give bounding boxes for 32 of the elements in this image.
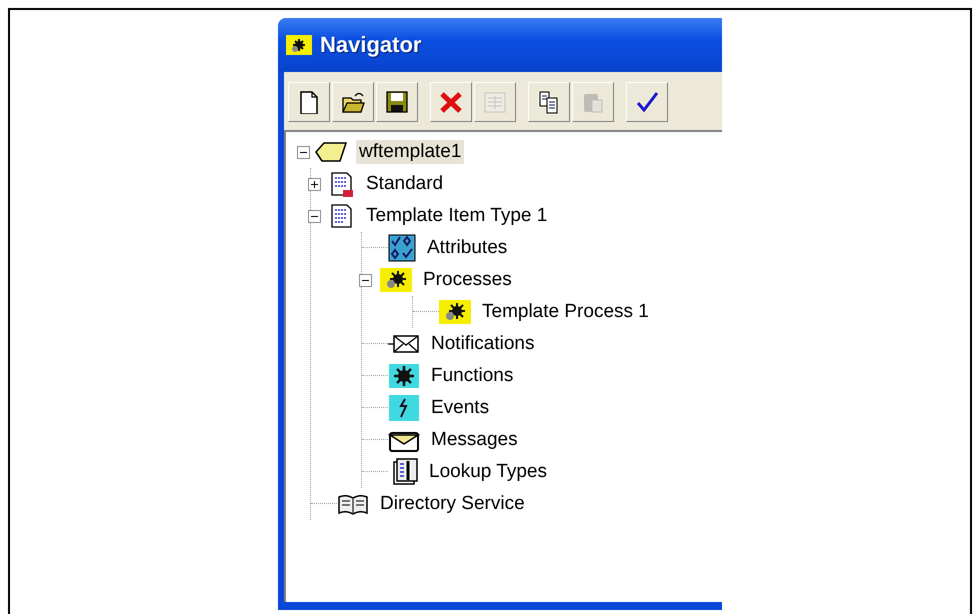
document-icon [329, 171, 355, 197]
tree-item[interactable]: Template Process 1 [479, 300, 652, 324]
toolbar-button[interactable] [288, 82, 330, 122]
tree-item[interactable]: Lookup Types [426, 460, 550, 484]
tree-item[interactable]: Notifications [428, 332, 538, 356]
tree-item[interactable]: Standard [363, 172, 446, 196]
lightning-icon [388, 394, 420, 422]
gears-icon [439, 299, 471, 325]
tree-item[interactable]: Directory Service [377, 492, 528, 516]
tree-item[interactable]: Functions [428, 364, 516, 388]
collapse-toggle[interactable] [358, 274, 372, 286]
grid-icon [483, 90, 507, 114]
toolbar-button[interactable] [626, 82, 668, 122]
tree-item[interactable]: Messages [428, 428, 521, 452]
tree-item[interactable]: Events [428, 396, 492, 420]
toolbar-button[interactable] [332, 82, 374, 122]
checklist-icon [388, 234, 416, 262]
toolbar-button[interactable] [376, 82, 418, 122]
toolbar-button[interactable] [528, 82, 570, 122]
check-icon [635, 90, 659, 114]
expand-toggle[interactable] [308, 178, 320, 190]
collapse-toggle[interactable] [296, 146, 310, 158]
cross-icon [439, 90, 463, 114]
gears-icon [380, 267, 412, 293]
tree-item[interactable]: Attributes [424, 236, 510, 260]
collapse-toggle[interactable] [308, 210, 320, 222]
window-title: Navigator [320, 32, 422, 58]
tree-item[interactable]: Processes [420, 268, 515, 292]
gears-icon [286, 35, 312, 55]
tree-item[interactable]: Template Item Type 1 [363, 204, 550, 228]
tree-item[interactable]: wftemplate1 [356, 140, 464, 164]
gear-icon [388, 363, 420, 389]
